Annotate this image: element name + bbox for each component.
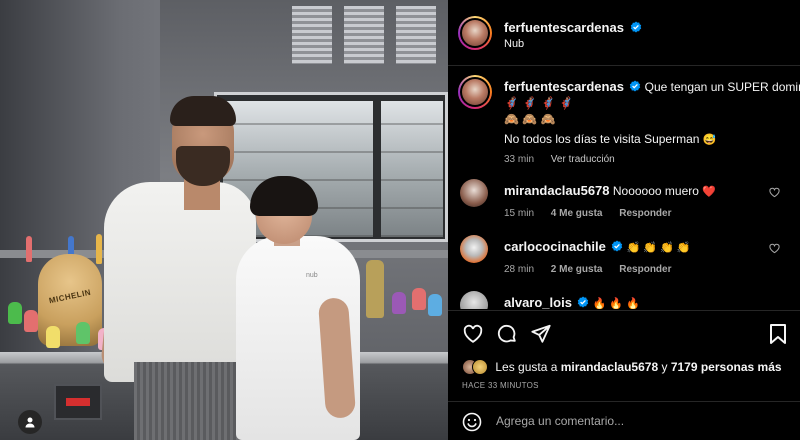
- comment-emoji: 🔥 🔥 🔥: [592, 298, 640, 309]
- comment-text: Noooooo muero: [612, 184, 699, 198]
- post-timestamp[interactable]: HACE 33 MINUTOS: [462, 381, 539, 390]
- photo-figurines: [352, 252, 448, 332]
- caption-time[interactable]: 33 min: [504, 154, 534, 165]
- likes-user[interactable]: mirandaclau5678: [561, 360, 658, 374]
- liker-avatar: [472, 359, 488, 375]
- comment-composer: Agrega un comentario...: [448, 401, 800, 440]
- bookmark-icon[interactable]: [768, 323, 788, 345]
- reply-button[interactable]: Responder: [619, 264, 671, 275]
- verified-badge-icon: [630, 80, 641, 92]
- caption-author-avatar[interactable]: [458, 75, 492, 109]
- comment-time[interactable]: 28 min: [504, 264, 534, 275]
- caption-line-2-emoji: 😅: [702, 134, 717, 146]
- post-photo[interactable]: MICHELIN nub: [0, 0, 448, 440]
- likes-joiner: y: [661, 360, 668, 374]
- comment-emoji: 👏 👏 👏 👏: [626, 242, 691, 254]
- comment-like-icon[interactable]: [769, 243, 780, 254]
- likes-summary[interactable]: Les gusta a mirandaclau5678 y 7179 perso…: [462, 359, 782, 375]
- photo-control-panel: [54, 384, 102, 420]
- see-translation-button[interactable]: Ver traducción: [551, 154, 615, 165]
- comment-input[interactable]: Agrega un comentario...: [496, 414, 624, 428]
- comment-author[interactable]: mirandaclau5678: [504, 183, 610, 198]
- emoji-icon[interactable]: [462, 412, 482, 432]
- verified-badge-icon: [578, 296, 589, 308]
- caption-author[interactable]: ferfuentescardenas: [504, 79, 624, 94]
- verified-badge-icon: [631, 21, 642, 33]
- comment-time[interactable]: 15 min: [504, 208, 534, 219]
- photo-coat-logo: nub: [306, 272, 318, 279]
- post-location[interactable]: Nub: [504, 38, 524, 50]
- comment-icon[interactable]: [496, 323, 518, 345]
- caption-emoji-row-1: 🦸🏽‍♂️ 🦸🏽‍♂️ 🦸🏽‍♂️ 🦸🏽‍♂️: [504, 96, 574, 110]
- comment-likes[interactable]: 2 Me gusta: [551, 264, 603, 275]
- comment-avatar[interactable]: [460, 179, 488, 207]
- heart-icon[interactable]: [462, 323, 484, 345]
- caption-line-1: Que tengan un SUPER domingo: [644, 80, 800, 94]
- post-sidebar: ferfuentescardenas Nub ferfuentescardena…: [448, 0, 800, 440]
- comment-emoji: ❤️: [702, 186, 716, 198]
- comment-likes[interactable]: 4 Me gusta: [551, 208, 603, 219]
- post-actions: Les gusta a mirandaclau5678 y 7179 perso…: [448, 310, 800, 400]
- comment-avatar[interactable]: [460, 235, 488, 263]
- verified-badge-icon: [612, 240, 623, 252]
- comments-list[interactable]: ferfuentescardenas Que tengan un SUPER d…: [448, 67, 800, 309]
- tagged-users-button[interactable]: [18, 410, 42, 434]
- comment-author[interactable]: carlococinachile: [504, 239, 606, 254]
- share-icon[interactable]: [530, 323, 552, 345]
- likes-count[interactable]: 7179 personas más: [671, 360, 782, 374]
- user-icon: [25, 417, 35, 428]
- caption-emoji-row-2: 🙈 🙈 🙈: [504, 112, 556, 126]
- comment-like-icon[interactable]: [769, 187, 780, 198]
- likes-prefix: Les gusta a: [495, 360, 558, 374]
- author-avatar[interactable]: [458, 16, 492, 50]
- comment-author[interactable]: alvaro_lois: [504, 295, 572, 309]
- post-header: ferfuentescardenas Nub: [448, 0, 800, 66]
- reply-button[interactable]: Responder: [619, 208, 671, 219]
- comment-avatar[interactable]: [460, 291, 488, 309]
- photo-vents: [292, 6, 442, 66]
- author-username[interactable]: ferfuentescardenas: [504, 20, 624, 35]
- caption-line-2: No todos los días te visita Superman: [504, 132, 700, 146]
